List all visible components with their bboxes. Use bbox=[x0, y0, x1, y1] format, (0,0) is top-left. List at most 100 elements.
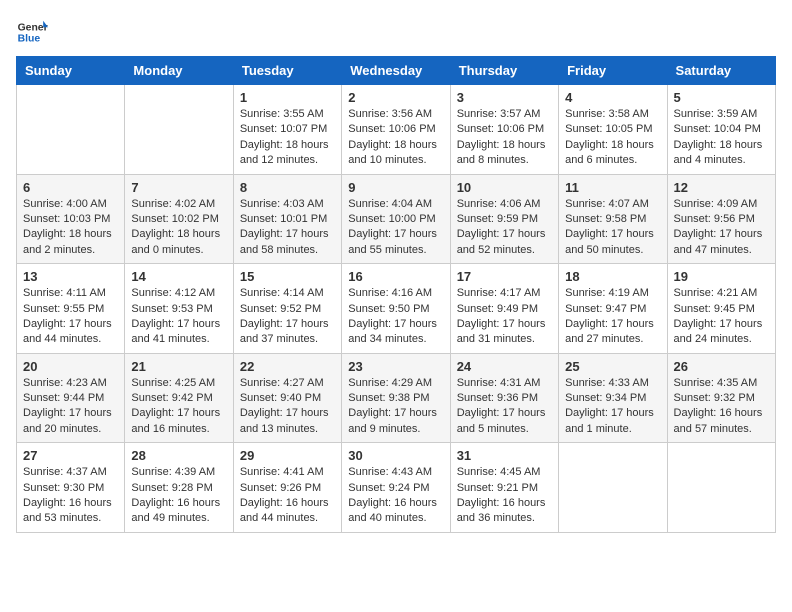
calendar-cell: 12Sunrise: 4:09 AMSunset: 9:56 PMDayligh… bbox=[667, 174, 775, 264]
day-number: 27 bbox=[23, 448, 118, 463]
day-info: Sunrise: 4:45 AMSunset: 9:21 PMDaylight:… bbox=[457, 465, 552, 527]
day-number: 21 bbox=[131, 359, 226, 374]
calendar-cell: 9 Sunrise: 4:04 AMSunset: 10:00 PMDayligh… bbox=[342, 174, 450, 264]
calendar-cell: 17Sunrise: 4:17 AMSunset: 9:49 PMDayligh… bbox=[450, 264, 558, 354]
day-info: Sunrise: 4:03 AMSunset: 10:01 PMDaylight… bbox=[240, 197, 335, 259]
day-info: Sunrise: 4:25 AMSunset: 9:42 PMDaylight:… bbox=[131, 376, 226, 438]
calendar-cell: 25 Sunrise: 4:33 AMSunset: 9:34 PMDayligh… bbox=[559, 353, 667, 443]
calendar-cell: 19Sunrise: 4:21 AMSunset: 9:45 PMDayligh… bbox=[667, 264, 775, 354]
day-info: Sunrise: 4:31 AMSunset: 9:36 PMDaylight:… bbox=[457, 376, 552, 438]
day-info: Sunrise: 4:04 AMSunset: 10:00 PMDaylight… bbox=[348, 197, 443, 259]
day-number: 5 bbox=[674, 90, 769, 105]
day-number: 28 bbox=[131, 448, 226, 463]
calendar-cell: 20 Sunrise: 4:23 AMSunset: 9:44 PMDayligh… bbox=[17, 353, 125, 443]
day-number: 3 bbox=[457, 90, 552, 105]
day-info: Sunrise: 4:37 AMSunset: 9:30 PMDaylight:… bbox=[23, 465, 118, 527]
day-info: Sunrise: 4:27 AMSunset: 9:40 PMDaylight:… bbox=[240, 376, 335, 438]
calendar-cell: 18 Sunrise: 4:19 AMSunset: 9:47 PMDayligh… bbox=[559, 264, 667, 354]
day-number: 16 bbox=[348, 269, 443, 284]
calendar-cell: 8 Sunrise: 4:03 AMSunset: 10:01 PMDayligh… bbox=[233, 174, 341, 264]
day-info: Sunrise: 4:35 AMSunset: 9:32 PMDaylight:… bbox=[674, 376, 769, 438]
calendar-cell: 1 Sunrise: 3:55 AMSunset: 10:07 PMDayligh… bbox=[233, 85, 341, 175]
weekday-header-row: SundayMondayTuesdayWednesdayThursdayFrid… bbox=[17, 57, 776, 85]
calendar-cell: 13 Sunrise: 4:11 AMSunset: 9:55 PMDayligh… bbox=[17, 264, 125, 354]
day-number: 8 bbox=[240, 180, 335, 195]
calendar-cell: 3 Sunrise: 3:57 AMSunset: 10:06 PMDayligh… bbox=[450, 85, 558, 175]
calendar-cell: 5 Sunrise: 3:59 AMSunset: 10:04 PMDayligh… bbox=[667, 85, 775, 175]
day-number: 1 bbox=[240, 90, 335, 105]
calendar-cell: 6Sunrise: 4:00 AMSunset: 10:03 PMDayligh… bbox=[17, 174, 125, 264]
day-info: Sunrise: 4:23 AMSunset: 9:44 PMDaylight:… bbox=[23, 376, 118, 438]
weekday-header-monday: Monday bbox=[125, 57, 233, 85]
calendar-cell: 29 Sunrise: 4:41 AMSunset: 9:26 PMDayligh… bbox=[233, 443, 341, 533]
day-info: Sunrise: 4:14 AMSunset: 9:52 PMDaylight:… bbox=[240, 286, 335, 348]
day-info: Sunrise: 4:00 AMSunset: 10:03 PMDaylight… bbox=[23, 197, 118, 259]
calendar-cell: 11 Sunrise: 4:07 AMSunset: 9:58 PMDayligh… bbox=[559, 174, 667, 264]
day-number: 31 bbox=[457, 448, 552, 463]
day-number: 30 bbox=[348, 448, 443, 463]
day-number: 20 bbox=[23, 359, 118, 374]
day-info: Sunrise: 4:02 AMSunset: 10:02 PMDaylight… bbox=[131, 197, 226, 259]
weekday-header-tuesday: Tuesday bbox=[233, 57, 341, 85]
day-info: Sunrise: 3:56 AMSunset: 10:06 PMDaylight… bbox=[348, 107, 443, 169]
day-info: Sunrise: 4:17 AMSunset: 9:49 PMDaylight:… bbox=[457, 286, 552, 348]
calendar-cell bbox=[667, 443, 775, 533]
day-info: Sunrise: 4:41 AMSunset: 9:26 PMDaylight:… bbox=[240, 465, 335, 527]
day-info: Sunrise: 4:07 AMSunset: 9:58 PMDaylight:… bbox=[565, 197, 660, 259]
day-info: Sunrise: 4:39 AMSunset: 9:28 PMDaylight:… bbox=[131, 465, 226, 527]
day-number: 2 bbox=[348, 90, 443, 105]
day-number: 24 bbox=[457, 359, 552, 374]
calendar-cell bbox=[125, 85, 233, 175]
calendar-cell: 10 Sunrise: 4:06 AMSunset: 9:59 PMDayligh… bbox=[450, 174, 558, 264]
page-header: General Blue bbox=[16, 16, 776, 48]
weekday-header-friday: Friday bbox=[559, 57, 667, 85]
day-info: Sunrise: 4:29 AMSunset: 9:38 PMDaylight:… bbox=[348, 376, 443, 438]
day-number: 10 bbox=[457, 180, 552, 195]
day-info: Sunrise: 3:59 AMSunset: 10:04 PMDaylight… bbox=[674, 107, 769, 169]
day-number: 29 bbox=[240, 448, 335, 463]
day-info: Sunrise: 3:57 AMSunset: 10:06 PMDaylight… bbox=[457, 107, 552, 169]
day-info: Sunrise: 4:33 AMSunset: 9:34 PMDaylight:… bbox=[565, 376, 660, 438]
day-info: Sunrise: 4:11 AMSunset: 9:55 PMDaylight:… bbox=[23, 286, 118, 348]
day-info: Sunrise: 4:09 AMSunset: 9:56 PMDaylight:… bbox=[674, 197, 769, 259]
day-number: 25 bbox=[565, 359, 660, 374]
day-info: Sunrise: 4:43 AMSunset: 9:24 PMDaylight:… bbox=[348, 465, 443, 527]
calendar-cell: 2 Sunrise: 3:56 AMSunset: 10:06 PMDayligh… bbox=[342, 85, 450, 175]
calendar-table: SundayMondayTuesdayWednesdayThursdayFrid… bbox=[16, 56, 776, 533]
week-row-2: 6Sunrise: 4:00 AMSunset: 10:03 PMDayligh… bbox=[17, 174, 776, 264]
day-number: 9 bbox=[348, 180, 443, 195]
calendar-cell: 28 Sunrise: 4:39 AMSunset: 9:28 PMDayligh… bbox=[125, 443, 233, 533]
day-info: Sunrise: 4:06 AMSunset: 9:59 PMDaylight:… bbox=[457, 197, 552, 259]
day-number: 4 bbox=[565, 90, 660, 105]
calendar-cell bbox=[559, 443, 667, 533]
week-row-3: 13 Sunrise: 4:11 AMSunset: 9:55 PMDayligh… bbox=[17, 264, 776, 354]
day-info: Sunrise: 4:12 AMSunset: 9:53 PMDaylight:… bbox=[131, 286, 226, 348]
day-number: 7 bbox=[131, 180, 226, 195]
day-info: Sunrise: 3:55 AMSunset: 10:07 PMDaylight… bbox=[240, 107, 335, 169]
calendar-cell: 22Sunrise: 4:27 AMSunset: 9:40 PMDayligh… bbox=[233, 353, 341, 443]
day-number: 13 bbox=[23, 269, 118, 284]
calendar-cell: 16Sunrise: 4:16 AMSunset: 9:50 PMDayligh… bbox=[342, 264, 450, 354]
day-info: Sunrise: 3:58 AMSunset: 10:05 PMDaylight… bbox=[565, 107, 660, 169]
weekday-header-saturday: Saturday bbox=[667, 57, 775, 85]
calendar-cell: 23Sunrise: 4:29 AMSunset: 9:38 PMDayligh… bbox=[342, 353, 450, 443]
calendar-cell bbox=[17, 85, 125, 175]
svg-text:Blue: Blue bbox=[18, 34, 41, 45]
weekday-header-sunday: Sunday bbox=[17, 57, 125, 85]
day-number: 11 bbox=[565, 180, 660, 195]
calendar-cell: 4 Sunrise: 3:58 AMSunset: 10:05 PMDayligh… bbox=[559, 85, 667, 175]
week-row-4: 20 Sunrise: 4:23 AMSunset: 9:44 PMDayligh… bbox=[17, 353, 776, 443]
week-row-1: 1 Sunrise: 3:55 AMSunset: 10:07 PMDayligh… bbox=[17, 85, 776, 175]
calendar-cell: 21 Sunrise: 4:25 AMSunset: 9:42 PMDayligh… bbox=[125, 353, 233, 443]
day-number: 19 bbox=[674, 269, 769, 284]
calendar-cell: 14Sunrise: 4:12 AMSunset: 9:53 PMDayligh… bbox=[125, 264, 233, 354]
weekday-header-thursday: Thursday bbox=[450, 57, 558, 85]
logo-icon: General Blue bbox=[16, 16, 48, 48]
calendar-cell: 15 Sunrise: 4:14 AMSunset: 9:52 PMDayligh… bbox=[233, 264, 341, 354]
weekday-header-wednesday: Wednesday bbox=[342, 57, 450, 85]
day-number: 15 bbox=[240, 269, 335, 284]
day-number: 18 bbox=[565, 269, 660, 284]
day-info: Sunrise: 4:19 AMSunset: 9:47 PMDaylight:… bbox=[565, 286, 660, 348]
calendar-body: 1 Sunrise: 3:55 AMSunset: 10:07 PMDayligh… bbox=[17, 85, 776, 533]
calendar-cell: 24 Sunrise: 4:31 AMSunset: 9:36 PMDayligh… bbox=[450, 353, 558, 443]
